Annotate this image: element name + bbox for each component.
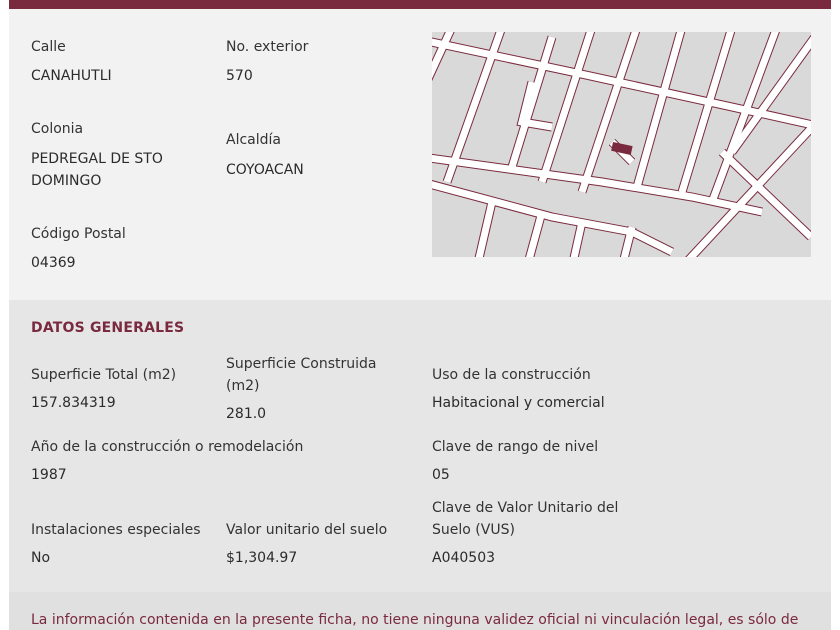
codigo-postal-label: Código Postal — [31, 226, 126, 242]
colonia-value-line1: PEDREGAL DE STO — [31, 151, 163, 167]
property-card: Calle CANAHUTLI No. exterior 570 Colonia… — [9, 0, 831, 630]
rango-nivel-value: 05 — [432, 467, 450, 483]
location-map[interactable] — [432, 32, 811, 257]
codigo-postal-value: 04369 — [31, 255, 76, 271]
superficie-construida-label-line2: (m2) — [226, 378, 260, 394]
instalaciones-value: No — [31, 550, 51, 566]
section-title: DATOS GENERALES — [31, 320, 185, 336]
superficie-total-label: Superficie Total (m2) — [31, 367, 177, 383]
disclaimer: La información contenida en la presente … — [9, 592, 831, 630]
calle-value: CANAHUTLI — [31, 68, 112, 84]
map-streets — [432, 32, 811, 257]
instalaciones-label: Instalaciones especiales — [31, 522, 201, 538]
rango-nivel-label: Clave de rango de nivel — [432, 439, 599, 455]
no-exterior-value: 570 — [226, 68, 253, 84]
anio-construccion-value: 1987 — [31, 467, 67, 483]
alcaldia-value: COYOACAN — [226, 162, 304, 178]
superficie-construida-value: 281.0 — [226, 406, 267, 422]
alcaldia-label: Alcaldía — [226, 132, 281, 148]
no-exterior-label: No. exterior — [226, 39, 309, 55]
datos-generales-section: DATOS GENERALES Superficie Total (m2) 15… — [9, 300, 831, 592]
uso-construccion-label: Uso de la construcción — [432, 367, 591, 383]
vus-value: A040503 — [432, 550, 496, 566]
valor-suelo-label: Valor unitario del suelo — [226, 522, 388, 538]
superficie-construida-label-line1: Superficie Construida — [226, 356, 377, 372]
anio-construccion-label: Año de la construcción o remodelación — [31, 439, 304, 455]
top-accent-bar — [9, 0, 831, 9]
calle-label: Calle — [31, 39, 66, 55]
colonia-label: Colonia — [31, 121, 84, 137]
vus-label-line1: Clave de Valor Unitario del — [432, 500, 619, 516]
vus-label-line2: Suelo (VUS) — [432, 522, 515, 538]
address-section: Calle CANAHUTLI No. exterior 570 Colonia… — [9, 9, 831, 300]
superficie-total-value: 157.834319 — [31, 395, 116, 411]
valor-suelo-value: $1,304.97 — [226, 550, 298, 566]
disclaimer-text: La información contenida en la presente … — [31, 612, 799, 628]
colonia-value-line2: DOMINGO — [31, 173, 102, 189]
uso-construccion-value: Habitacional y comercial — [432, 395, 605, 411]
